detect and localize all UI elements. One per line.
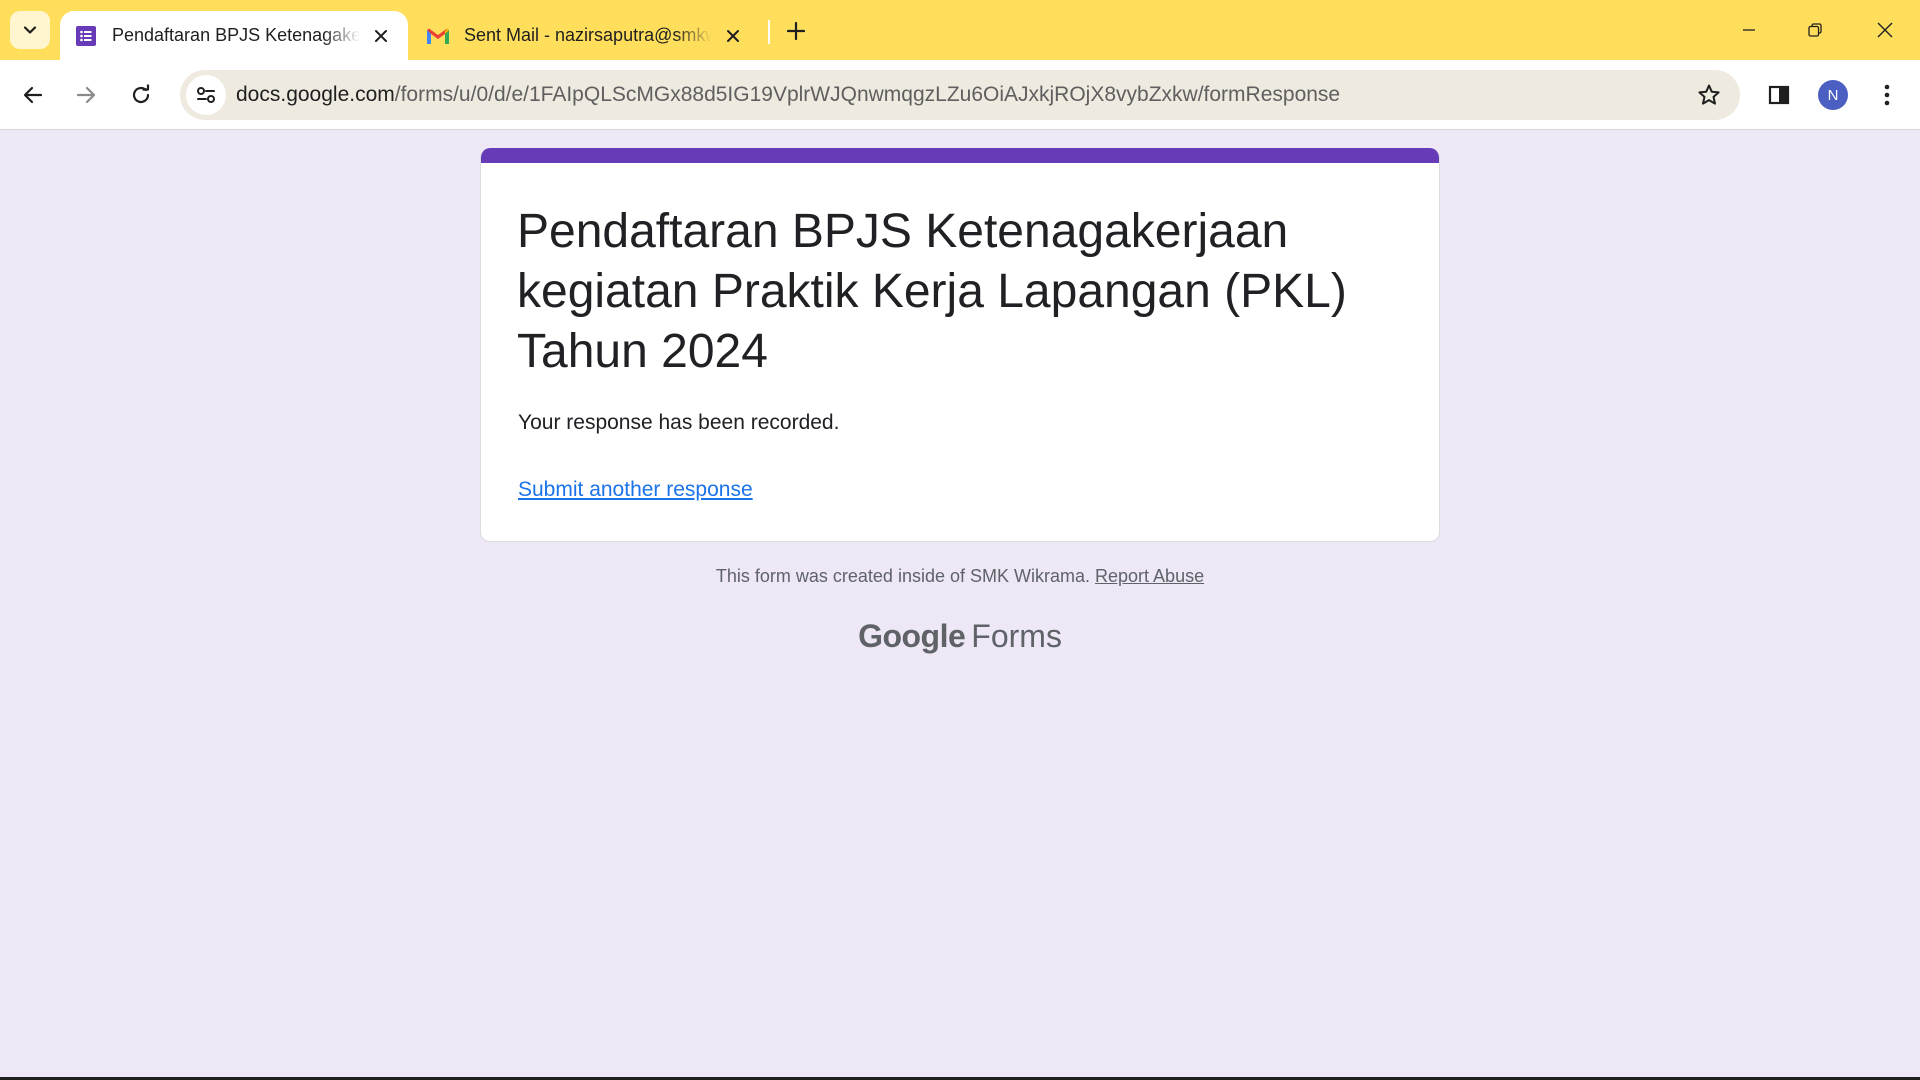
restore-button[interactable] (1782, 0, 1848, 60)
tab-gmail[interactable]: Sent Mail - nazirsaputra@smkwikrama.sch.… (412, 11, 760, 60)
forward-button[interactable] (66, 75, 106, 115)
google-forms-logo[interactable]: Google Forms (0, 618, 1920, 655)
chevron-down-icon (23, 26, 37, 34)
tab-search-button[interactable] (10, 11, 50, 49)
form-accent-bar (481, 148, 1439, 163)
profile-avatar[interactable]: N (1818, 80, 1848, 110)
site-info-button[interactable] (186, 75, 226, 115)
side-panel-icon (1768, 85, 1790, 105)
tab-title: Sent Mail - nazirsaputra@smkwikrama.sch.… (464, 25, 712, 45)
google-forms-icon (74, 24, 98, 48)
browser-menu-button[interactable] (1872, 77, 1902, 113)
address-bar[interactable]: docs.google.com/forms/u/0/d/e/1FAIpQLScM… (180, 70, 1740, 120)
form-title: Pendaftaran BPJS Ketenagakerjaan kegiata… (517, 205, 1347, 378)
url-host: docs.google.com (236, 83, 395, 106)
minimize-button[interactable] (1716, 0, 1782, 60)
plus-icon (787, 22, 805, 40)
google-wordmark: Google (858, 618, 966, 654)
reload-button[interactable] (121, 75, 161, 115)
confirmation-message: Your response has been recorded. (518, 411, 840, 434)
reload-icon (132, 84, 150, 104)
browser-toolbar: docs.google.com/forms/u/0/d/e/1FAIpQLScM… (0, 60, 1920, 130)
close-icon (1877, 22, 1893, 38)
minimize-icon (1743, 29, 1755, 31)
created-inside-text: This form was created inside of SMK Wikr… (715, 566, 1090, 586)
gmail-icon (426, 24, 450, 48)
close-tab-icon[interactable] (368, 23, 394, 49)
report-abuse-link[interactable]: Report Abuse (1095, 566, 1204, 586)
kebab-menu-icon (1884, 84, 1890, 106)
tab-strip: Pendaftaran BPJS Ketenagakerjaan Sent Ma… (0, 0, 1920, 60)
url-text[interactable]: docs.google.com/forms/u/0/d/e/1FAIpQLScM… (236, 70, 1340, 120)
star-icon (1698, 84, 1720, 105)
bookmark-button[interactable] (1694, 80, 1724, 110)
arrow-left-icon (23, 86, 43, 104)
form-footer: This form was created inside of SMK Wikr… (0, 566, 1920, 587)
back-button[interactable] (13, 75, 53, 115)
form-response-card: Pendaftaran BPJS Ketenagakerjaan kegiata… (480, 148, 1440, 542)
close-window-button[interactable] (1852, 0, 1918, 60)
side-panel-button[interactable] (1762, 78, 1796, 112)
close-tab-icon[interactable] (720, 23, 746, 49)
forms-wordmark: Forms (971, 618, 1062, 654)
tab-google-forms[interactable]: Pendaftaran BPJS Ketenagakerjaan (60, 11, 408, 60)
tab-title: Pendaftaran BPJS Ketenagakerjaan (112, 25, 360, 45)
new-tab-button[interactable] (778, 13, 814, 49)
submit-another-response-link[interactable]: Submit another response (518, 478, 753, 502)
arrow-right-icon (76, 86, 96, 104)
tab-separator (768, 20, 770, 44)
tune-icon (197, 87, 215, 103)
url-path: /forms/u/0/d/e/1FAIpQLScMGx88d5IG19VplrW… (394, 83, 1341, 106)
restore-icon (1808, 23, 1822, 37)
